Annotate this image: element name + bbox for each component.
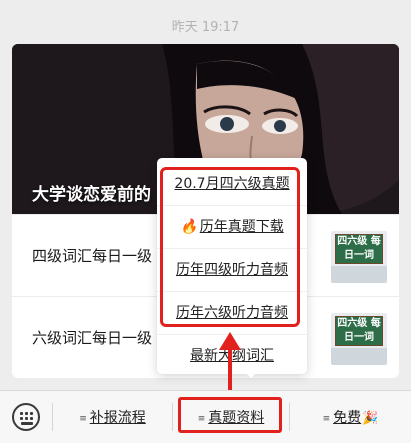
message-timestamp: 昨天 19:17 <box>171 20 240 35</box>
submenu-item-past-exams-download[interactable]: 🔥 历年真题下载 <box>157 206 307 249</box>
submenu-popup: 20.7月四六级真题 🔥 历年真题下载 历年四级听力音频 历年六级听力音频 最新大… <box>157 158 307 374</box>
menu-tab-exam-materials[interactable]: ≡ 真题资料 <box>173 391 289 443</box>
fire-icon: 🔥 <box>180 219 198 235</box>
menu-lines-icon: ≡ <box>197 414 206 424</box>
submenu-item-cet6-listening[interactable]: 历年六级听力音频 <box>157 292 307 335</box>
article-thumbnail: 四六级 每日一词 <box>331 231 387 283</box>
thumbnail-text: 四六级 每日一词 <box>335 234 383 264</box>
thumbnail-text: 四六级 每日一词 <box>335 316 383 346</box>
menu-tab-free[interactable]: ≡ 免费🎉 <box>290 391 411 443</box>
cover-title: 大学谈恋爱前的 <box>32 185 151 205</box>
submenu-pointer <box>244 371 258 378</box>
submenu-item-cet4-listening[interactable]: 历年四级听力音频 <box>157 249 307 292</box>
menu-lines-icon: ≡ <box>322 414 331 424</box>
article-title: 四级词汇每日一级 <box>32 247 153 265</box>
party-popper-icon: 🎉 <box>362 411 379 426</box>
submenu-item-syllabus-vocab[interactable]: 最新大纲词汇 <box>157 335 307 378</box>
menu-lines-icon: ≡ <box>79 414 87 424</box>
article-title: 六级词汇每日一级 <box>32 329 153 347</box>
article-thumbnail: 四六级 每日一词 <box>331 313 387 365</box>
bottom-menu-bar: ≡ 补报流程 ≡ 真题资料 ≡ 免费🎉 <box>0 390 411 443</box>
menu-tab-enrollment-process[interactable]: ≡ 补报流程 <box>53 391 172 443</box>
keyboard-icon[interactable] <box>12 403 40 431</box>
submenu-item-2020-july-exam[interactable]: 20.7月四六级真题 <box>157 163 307 206</box>
